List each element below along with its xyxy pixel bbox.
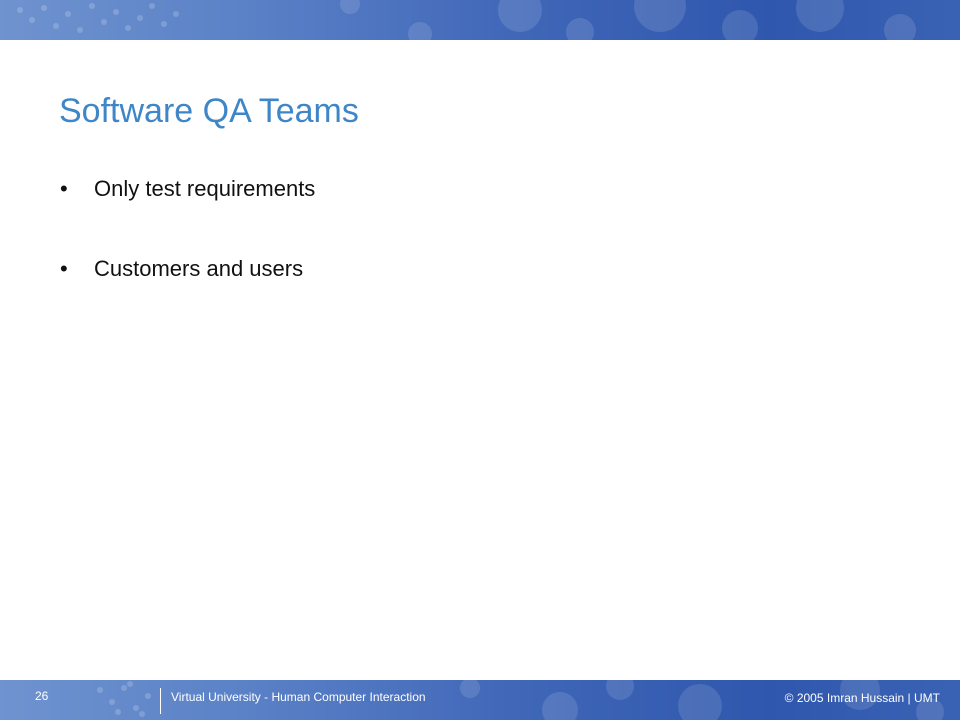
top-decorative-band <box>0 0 960 40</box>
footer-copyright: © 2005 Imran Hussain | UMT <box>784 691 940 705</box>
bullet-dot-icon: • <box>60 256 68 281</box>
footer-course-title: Virtual University - Human Computer Inte… <box>171 690 426 704</box>
bullet-dot-icon: • <box>60 176 68 201</box>
slide: Software QA Teams • Only test requiremen… <box>0 0 960 720</box>
bullet-text: Customers and users <box>94 256 304 281</box>
band-dots-pattern <box>17 0 916 40</box>
slide-title: Software QA Teams <box>59 92 359 130</box>
bullet-text: Only test requirements <box>94 176 316 201</box>
footer-divider <box>160 688 161 714</box>
page-number: 26 <box>35 689 49 703</box>
